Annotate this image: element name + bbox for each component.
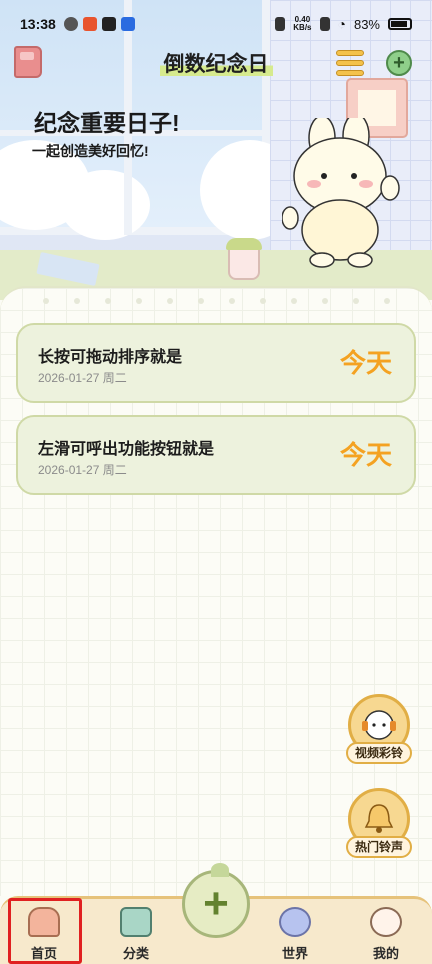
avatar-icon [370,907,402,937]
event-date: 2026-01-27 周二 [38,463,127,477]
video-ringtone-label: 视频彩铃 [346,742,412,764]
status-bar: 13:38 0.40 KB/s ◔ 83% [0,0,432,48]
event-date: 2026-01-27 周二 [38,371,127,385]
headphone-face-icon [362,710,396,740]
event-card[interactable]: 长按可拖动排序就是 2026-01-27 周二 今天 [16,323,416,403]
vibrate-icon [275,17,286,31]
hot-ringtone-button[interactable]: 热门铃声 [346,788,412,860]
add-icon[interactable]: + [386,50,412,76]
app-notification-icon [63,17,78,31]
planet-icon [279,907,311,937]
event-countdown: 今天 [339,440,392,470]
sim-icon [319,17,330,31]
event-title: 左滑可呼出功能按钮就是 [38,441,215,458]
list-menu-icon[interactable] [336,50,364,76]
bunny-mascot [282,118,400,268]
cup-illustration [226,238,262,280]
nav-mine[interactable]: 我的 [356,907,416,964]
app-notification-icon [120,17,135,31]
cloud-shape [60,170,150,240]
wifi-icon: ◔ [337,16,346,32]
selected-nav-highlight [8,898,82,964]
event-title: 长按可拖动排序就是 [38,349,183,366]
event-card[interactable]: 左滑可呼出功能按钮就是 2026-01-27 周二 今天 [16,415,416,495]
page-title: 倒数纪念日 [0,48,432,78]
battery-level: 83% [353,16,380,32]
slogan-title: 纪念重要日子! [34,110,180,136]
app-notification-icon [82,17,97,31]
battery-icon [388,18,412,30]
nav-category[interactable]: 分类 [106,907,166,964]
video-ringtone-button[interactable]: 视频彩铃 [346,694,412,766]
add-event-button[interactable]: + [182,863,250,938]
nav-world[interactable]: 世界 [265,907,325,964]
hot-ringtone-label: 热门铃声 [346,836,412,858]
slogan-subtitle: 一起创造美好回忆! [32,143,149,159]
bell-icon [364,804,394,833]
event-countdown: 今天 [339,348,392,378]
notebook-icon [120,907,152,937]
network-speed: 0.40 KB/s [293,15,312,32]
status-time: 13:38 [20,16,56,32]
app-notification-icon [101,17,116,31]
book-icon[interactable] [14,46,42,78]
